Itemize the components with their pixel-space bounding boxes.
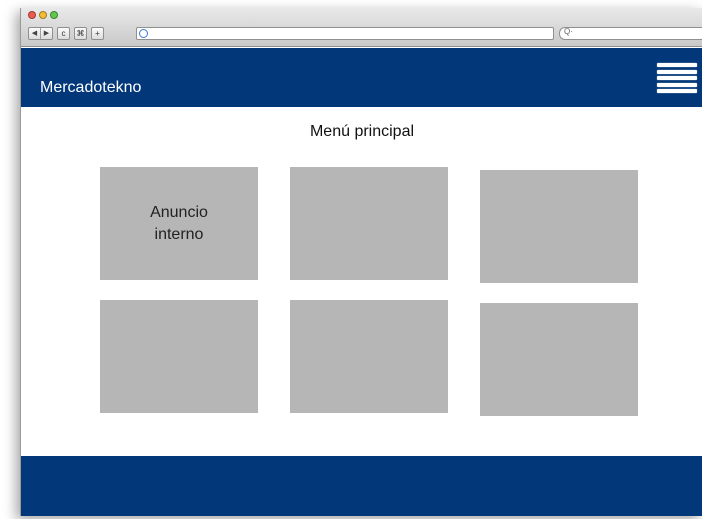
- menu-tile[interactable]: [290, 300, 448, 413]
- browser-window: ◀ ▶ c ⌘ + Q· Mercadotekno Menú principal…: [20, 8, 702, 516]
- tile-label: Anuncio interno: [150, 203, 208, 243]
- back-forward-group: ◀ ▶: [28, 27, 53, 40]
- search-icon: Q·: [564, 27, 573, 36]
- bookmarks-button[interactable]: ⌘: [74, 27, 87, 40]
- nav-buttons: ◀ ▶ c ⌘ +: [28, 27, 104, 40]
- brand-name: Mercadotekno: [40, 79, 142, 96]
- menu-tile[interactable]: [480, 170, 638, 283]
- minimize-window-button[interactable]: [39, 11, 47, 19]
- browser-search-field[interactable]: Q·: [559, 27, 702, 40]
- menu-tile[interactable]: [480, 303, 638, 416]
- menu-bar: [657, 63, 697, 67]
- window-controls: [28, 11, 58, 19]
- menu-bar: [657, 82, 697, 87]
- app-header: Mercadotekno: [21, 48, 702, 107]
- globe-icon: [139, 29, 148, 38]
- new-tab-button[interactable]: +: [91, 27, 104, 40]
- menu-bar: [657, 89, 697, 93]
- menu-tile-anuncio-interno[interactable]: Anuncio interno: [100, 167, 258, 280]
- back-button[interactable]: ◀: [29, 28, 40, 39]
- app-footer: [21, 456, 702, 516]
- address-bar[interactable]: [136, 27, 554, 40]
- menu-bar: [657, 69, 697, 74]
- close-window-button[interactable]: [28, 11, 36, 19]
- reload-button[interactable]: c: [57, 27, 70, 40]
- menu-tile[interactable]: [290, 167, 448, 280]
- page-title: Menú principal: [309, 123, 415, 140]
- menu-tile[interactable]: [100, 300, 258, 413]
- menu-bar: [657, 76, 697, 80]
- hamburger-icon[interactable]: [657, 63, 697, 93]
- browser-toolbar: ◀ ▶ c ⌘ + Q·: [21, 8, 702, 47]
- zoom-window-button[interactable]: [50, 11, 58, 19]
- forward-button[interactable]: ▶: [40, 28, 52, 39]
